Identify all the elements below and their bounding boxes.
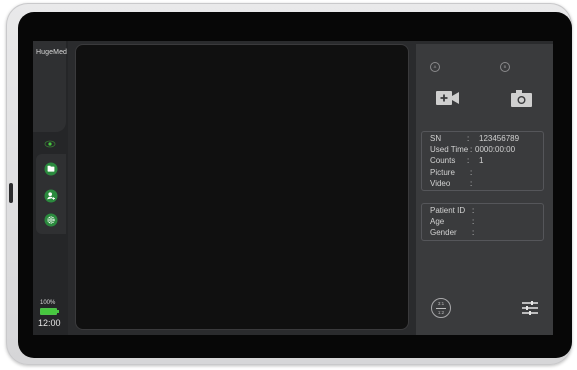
camera-icon — [511, 90, 532, 107]
info-separator: : — [470, 179, 473, 188]
used-time-value: 0000:00:00 — [475, 145, 516, 154]
counts-value: 1 — [479, 156, 484, 165]
info-separator: : — [467, 156, 470, 165]
marker-a[interactable]: A — [430, 62, 440, 72]
info-label: Age — [430, 217, 445, 226]
info-label: Gender — [430, 228, 457, 237]
camera-viewport[interactable] — [75, 44, 409, 330]
ratio-divider — [436, 308, 446, 309]
sidebar-item-add-patient[interactable] — [43, 188, 59, 204]
info-separator: : — [472, 228, 475, 237]
battery-percent: 100% — [40, 300, 56, 306]
info-separator: : — [470, 145, 473, 154]
clock: 12:00 — [38, 318, 61, 328]
info-label: Patient ID — [430, 206, 466, 215]
info-label: SN — [430, 134, 442, 143]
add-user-icon — [44, 189, 58, 203]
info-row: Used Time : 0000:00:00 — [430, 145, 515, 154]
folder-icon — [44, 162, 58, 176]
ratio-bottom: 1:2 — [437, 310, 445, 315]
video-add-icon — [436, 91, 459, 105]
capture-photo-button[interactable] — [510, 88, 533, 113]
adjust-button[interactable] — [521, 299, 539, 322]
info-separator: : — [470, 168, 473, 177]
info-row: Video : — [430, 179, 472, 188]
info-row: SN : 123456789 — [430, 134, 519, 143]
eye-icon — [44, 140, 56, 148]
record-video-button[interactable] — [436, 89, 460, 112]
aspect-ratio-button[interactable]: 3:1 1:2 — [431, 298, 451, 318]
side-power-button[interactable] — [9, 183, 13, 203]
info-row: Age : — [430, 217, 474, 226]
info-row: Counts : 1 — [430, 156, 483, 165]
info-row: Gender : — [430, 228, 474, 237]
sliders-icon — [522, 301, 538, 315]
info-separator: : — [467, 134, 470, 143]
info-separator: : — [472, 206, 475, 215]
ratio-top: 3:1 — [437, 301, 445, 306]
info-row: Patient ID : — [430, 206, 474, 215]
info-row: Picture : — [430, 168, 472, 177]
info-label: Counts — [430, 156, 456, 165]
sn-value: 123456789 — [479, 134, 520, 143]
info-label: Picture — [430, 168, 455, 177]
info-separator: : — [472, 217, 475, 226]
battery-icon — [40, 308, 59, 315]
sidebar-item-settings[interactable] — [43, 212, 59, 228]
brand-logo: HugeMed — [36, 49, 68, 56]
marker-b[interactable]: B — [500, 62, 510, 72]
sidebar-item-files[interactable] — [43, 161, 59, 177]
gear-icon — [44, 213, 58, 227]
info-label: Video — [430, 179, 451, 188]
info-label: Used Time — [430, 145, 469, 154]
sidebar-item-live-view[interactable] — [42, 136, 58, 152]
